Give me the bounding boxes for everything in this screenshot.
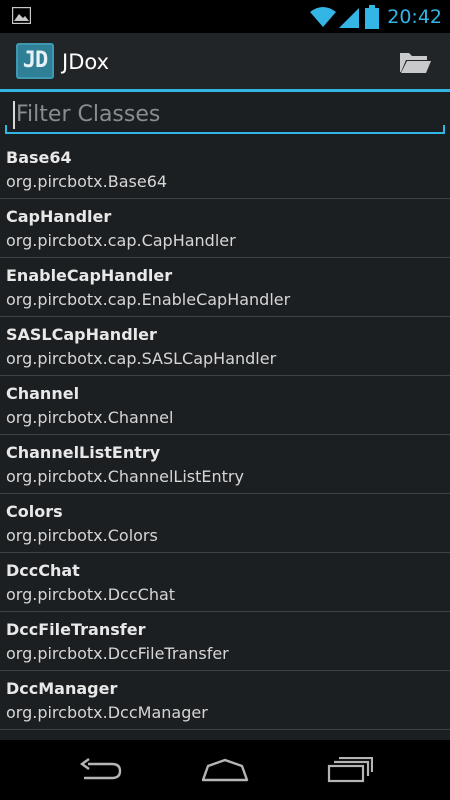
wifi-icon — [310, 6, 337, 27]
filter-underline-right-tick — [443, 125, 445, 134]
status-icons: 20:42 — [310, 0, 442, 33]
class-fully-qualified-name: org.pircbotx.DccFileTransfer — [6, 644, 229, 663]
class-name: EnableCapHandler — [6, 266, 173, 285]
class-name: DccManager — [6, 679, 118, 698]
list-item[interactable]: DccManager org.pircbotx.DccManager — [0, 671, 450, 730]
class-fully-qualified-name: org.pircbotx.ChannelListEntry — [6, 467, 244, 486]
back-button[interactable] — [50, 740, 150, 800]
battery-icon — [365, 4, 380, 29]
class-fully-qualified-name: org.pircbotx.DccChat — [6, 585, 176, 604]
list-item[interactable]: DccFileTransfer org.pircbotx.DccFileTran… — [0, 612, 450, 671]
class-name: Channel — [6, 384, 80, 403]
recent-apps-button[interactable] — [300, 740, 400, 800]
text-cursor — [13, 101, 15, 129]
list-item[interactable]: Channel org.pircbotx.Channel — [0, 376, 450, 435]
app-logo-text: JD — [22, 48, 49, 73]
recent-apps-icon — [327, 757, 373, 783]
app-logo[interactable]: JD — [16, 43, 54, 79]
class-fully-qualified-name: org.pircbotx.cap.CapHandler — [6, 231, 236, 250]
filter-classes-input[interactable] — [6, 97, 450, 131]
app-title: JDox — [62, 50, 109, 74]
home-icon — [201, 758, 249, 782]
list-item[interactable]: Colors org.pircbotx.Colors — [0, 494, 450, 553]
signal-icon — [339, 7, 360, 28]
class-fully-qualified-name: org.pircbotx.cap.SASLCapHandler — [6, 349, 277, 368]
class-name: Base64 — [6, 148, 72, 167]
class-fully-qualified-name: org.pircbotx.Colors — [6, 526, 158, 545]
list-item[interactable]: Base64 org.pircbotx.Base64 — [0, 140, 450, 199]
navigation-bar — [0, 740, 450, 800]
list-item[interactable] — [0, 730, 450, 740]
class-list[interactable]: Base64 org.pircbotx.Base64 CapHandler or… — [0, 140, 450, 740]
list-item[interactable]: DccChat org.pircbotx.DccChat — [0, 553, 450, 612]
class-fully-qualified-name: org.pircbotx.Channel — [6, 408, 174, 427]
class-fully-qualified-name: org.pircbotx.Base64 — [6, 172, 168, 191]
list-item[interactable]: EnableCapHandler org.pircbotx.cap.Enable… — [0, 258, 450, 317]
class-name: CapHandler — [6, 207, 112, 226]
status-time: 20:42 — [387, 5, 442, 28]
class-name: SASLCapHandler — [6, 325, 157, 344]
list-item[interactable]: ChannelListEntry org.pircbotx.ChannelLis… — [0, 435, 450, 494]
class-name: DccFileTransfer — [6, 620, 146, 639]
back-icon — [79, 758, 122, 780]
class-name: ChannelListEntry — [6, 443, 161, 462]
filter-underline — [5, 132, 445, 134]
home-button[interactable] — [175, 740, 275, 800]
screen: 20:42 JD JDox Base64 org.pircbotx.Base64… — [0, 0, 450, 800]
class-fully-qualified-name: org.pircbotx.cap.EnableCapHandler — [6, 290, 291, 309]
folder-open-icon[interactable] — [398, 48, 432, 76]
class-fully-qualified-name: org.pircbotx.DccManager — [6, 703, 208, 722]
class-name: Colors — [6, 502, 63, 521]
status-bar: 20:42 — [0, 0, 450, 33]
class-name: DccChat — [6, 561, 80, 580]
list-item[interactable]: SASLCapHandler org.pircbotx.cap.SASLCapH… — [0, 317, 450, 376]
list-item[interactable]: CapHandler org.pircbotx.cap.CapHandler — [0, 199, 450, 258]
image-notification-icon — [12, 7, 31, 24]
